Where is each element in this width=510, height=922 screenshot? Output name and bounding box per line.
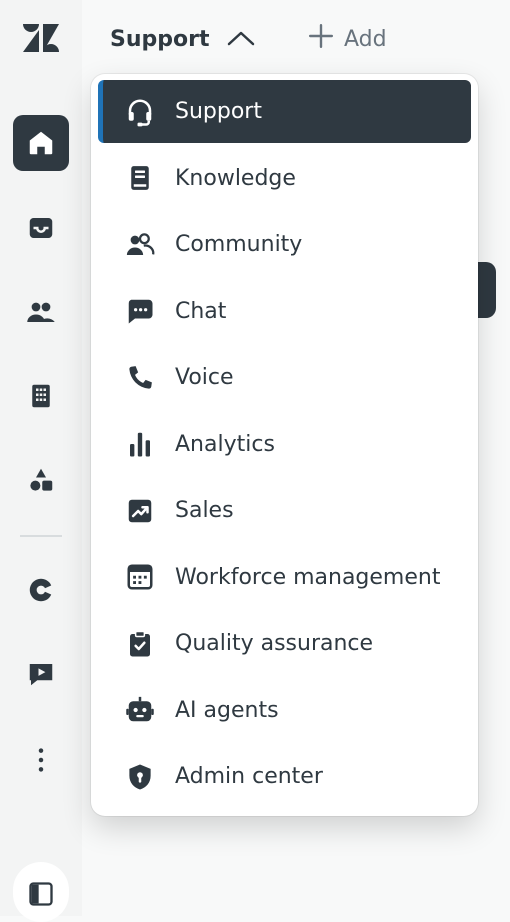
home-icon[interactable] [13, 115, 69, 171]
menu-item-label: Analytics [175, 431, 275, 457]
menu-item-label: Voice [175, 365, 234, 390]
menu-item-label: Community [175, 232, 303, 257]
headset-icon [124, 96, 156, 128]
menu-item-label: Support [175, 99, 262, 124]
calendar-icon [124, 561, 156, 593]
add-button[interactable]: Add [308, 23, 387, 55]
zendesk-logo-icon[interactable] [23, 24, 59, 52]
plus-icon [308, 23, 334, 55]
sidebar-toggle-icon[interactable] [13, 862, 69, 922]
menu-item-sales[interactable]: Sales [98, 479, 471, 542]
building-icon[interactable] [13, 368, 69, 424]
menu-item-admin-center[interactable]: Admin center [98, 745, 471, 808]
product-menu: Support Knowledge Community Chat Voice A… [91, 74, 478, 816]
menu-item-label: Chat [175, 298, 227, 324]
bar-chart-icon [124, 428, 156, 460]
menu-item-label: AI agents [175, 697, 279, 723]
menu-item-label: Admin center [175, 764, 323, 789]
menu-item-label: Quality assurance [175, 631, 374, 656]
menu-item-ai-agents[interactable]: AI agents [98, 679, 471, 742]
phone-icon [124, 362, 156, 394]
rail-divider [20, 535, 62, 537]
book-icon [124, 162, 156, 194]
left-rail [0, 0, 82, 922]
chevron-up-icon [227, 27, 255, 52]
menu-item-quality-assurance[interactable]: Quality assurance [98, 612, 471, 675]
menu-item-support[interactable]: Support [98, 80, 471, 143]
menu-item-knowledge[interactable]: Knowledge [98, 147, 471, 210]
menu-item-label: Workforce management [175, 564, 441, 590]
product-switcher-label: Support [110, 26, 210, 52]
shield-icon [124, 761, 156, 793]
shapes-icon[interactable] [13, 452, 69, 508]
menu-item-community[interactable]: Community [98, 213, 471, 276]
robot-icon [124, 694, 156, 726]
menu-item-workforce-management[interactable]: Workforce management [98, 546, 471, 609]
add-button-label: Add [344, 26, 387, 52]
inbox-icon[interactable] [13, 200, 69, 256]
menu-item-label: Sales [175, 498, 234, 523]
product-switcher[interactable]: Support [110, 24, 255, 54]
trend-icon [124, 495, 156, 527]
menu-item-analytics[interactable]: Analytics [98, 413, 471, 476]
menu-item-chat[interactable]: Chat [98, 280, 471, 343]
clipboard-check-icon [124, 628, 156, 660]
chat-icon [124, 295, 156, 327]
more-vertical-icon[interactable] [13, 732, 69, 788]
menu-item-voice[interactable]: Voice [98, 346, 471, 409]
community-icon [124, 229, 156, 261]
menu-item-label: Knowledge [175, 165, 296, 191]
chat-play-icon[interactable] [13, 646, 69, 702]
users-icon[interactable] [13, 284, 69, 340]
pie-chart-icon[interactable] [13, 562, 69, 618]
